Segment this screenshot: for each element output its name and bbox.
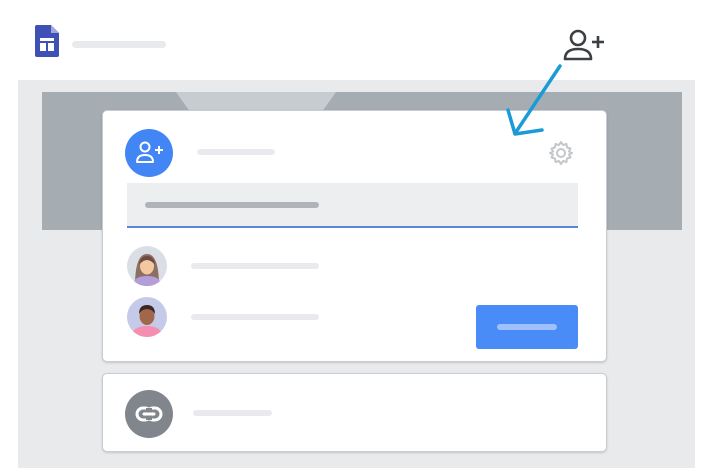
person-row[interactable] bbox=[127, 297, 427, 337]
link-icon bbox=[135, 406, 163, 422]
app-header bbox=[18, 10, 695, 80]
share-dialog bbox=[102, 110, 607, 362]
site-header-tab bbox=[176, 92, 336, 110]
send-button-label bbox=[497, 324, 557, 330]
share-header-avatar bbox=[125, 129, 173, 177]
link-avatar bbox=[125, 390, 173, 438]
add-people-input-placeholder bbox=[145, 202, 319, 208]
arrow-icon bbox=[506, 64, 562, 136]
gear-icon[interactable] bbox=[547, 139, 575, 167]
send-button[interactable] bbox=[476, 305, 578, 349]
share-dialog-title bbox=[197, 149, 275, 155]
document-title bbox=[72, 41, 166, 48]
person-name bbox=[191, 263, 319, 269]
sites-doc-icon[interactable] bbox=[35, 25, 59, 57]
person-add-icon[interactable] bbox=[563, 28, 607, 64]
link-label bbox=[193, 410, 272, 416]
man-avatar bbox=[127, 297, 167, 337]
screen bbox=[0, 0, 713, 468]
person-add-icon bbox=[136, 141, 163, 163]
person-name bbox=[191, 314, 319, 320]
get-link-card[interactable] bbox=[102, 373, 607, 452]
person-row[interactable] bbox=[127, 246, 427, 286]
woman-avatar bbox=[127, 246, 167, 286]
add-people-input[interactable] bbox=[127, 183, 578, 228]
